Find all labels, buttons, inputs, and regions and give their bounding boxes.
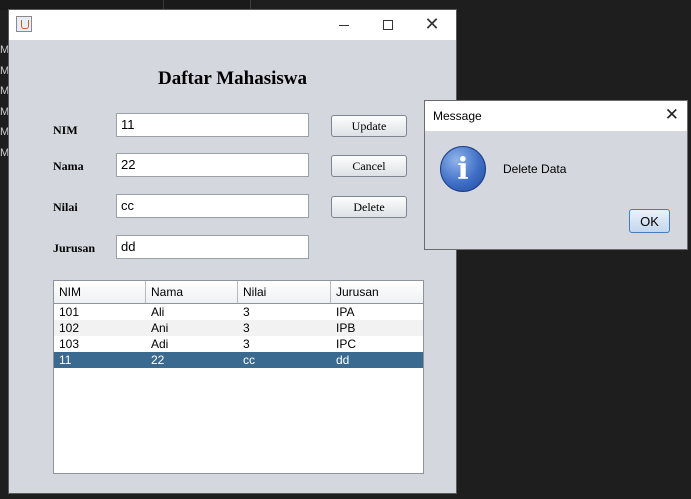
cell-nim: 101 <box>59 305 80 319</box>
minimize-button[interactable] <box>321 10 367 40</box>
table-row[interactable]: 101 Ali 3 IPA <box>54 304 423 320</box>
table-header: NIM Nama Nilai Jurusan <box>54 281 423 304</box>
dialog-close-icon[interactable]: ✕ <box>665 105 679 125</box>
cell-nama: 22 <box>151 353 165 367</box>
cell-jurusan: IPA <box>336 305 355 319</box>
table-row[interactable]: 102 Ani 3 IPB <box>54 320 423 336</box>
message-dialog: Message ✕ i Delete Data OK <box>424 100 688 250</box>
cell-jurusan: IPC <box>336 337 357 351</box>
close-icon: ✕ <box>424 14 440 35</box>
minimize-icon <box>339 24 349 26</box>
nilai-label: Nilai <box>53 200 78 214</box>
cell-nilai: 3 <box>243 305 250 319</box>
cell-nama: Ali <box>151 305 165 319</box>
main-window: ✕ Daftar Mahasiswa NIM 11 Update Nama 22… <box>8 9 457 494</box>
ok-button[interactable]: OK <box>629 209 670 233</box>
cell-jurusan: IPB <box>336 321 356 335</box>
cell-nama: Adi <box>151 337 169 351</box>
cell-nim: 11 <box>59 353 72 367</box>
jurusan-label: Jurusan <box>53 241 96 255</box>
column-header-nilai[interactable]: Nilai <box>238 281 331 303</box>
cell-nama: Ani <box>151 321 169 335</box>
cell-jurusan: dd <box>336 353 350 367</box>
table-row-selected[interactable]: 11 22 cc dd <box>54 352 423 368</box>
maximize-button[interactable] <box>365 10 411 40</box>
maximize-icon <box>383 20 393 30</box>
cell-nim: 102 <box>59 321 80 335</box>
column-header-nama[interactable]: Nama <box>146 281 238 303</box>
nama-label: Nama <box>53 159 84 173</box>
nim-field[interactable]: 11 <box>116 113 309 137</box>
java-app-icon <box>16 16 32 32</box>
page-title: Daftar Mahasiswa <box>157 68 307 89</box>
nim-label: NIM <box>53 123 78 137</box>
jurusan-field[interactable]: dd <box>116 235 309 259</box>
cell-nilai: cc <box>243 353 255 367</box>
column-header-jurusan[interactable]: Jurusan <box>331 281 423 303</box>
dialog-message: Delete Data <box>503 162 567 176</box>
nama-field[interactable]: 22 <box>116 153 309 177</box>
update-button[interactable]: Update <box>331 115 407 137</box>
close-button[interactable]: ✕ <box>409 10 455 40</box>
cell-nilai: 3 <box>243 337 250 351</box>
nilai-field[interactable]: cc <box>116 194 309 218</box>
cancel-button[interactable]: Cancel <box>331 155 407 177</box>
title-bar[interactable]: ✕ <box>9 10 456 40</box>
table-row[interactable]: 103 Adi 3 IPC <box>54 336 423 352</box>
delete-button[interactable]: Delete <box>331 196 407 218</box>
column-header-nim[interactable]: NIM <box>54 281 146 303</box>
dialog-title-bar[interactable]: Message ✕ <box>425 101 687 131</box>
cell-nim: 103 <box>59 337 80 351</box>
info-icon: i <box>440 146 486 192</box>
student-table[interactable]: NIM Nama Nilai Jurusan 101 Ali 3 IPA 102… <box>53 280 424 474</box>
dialog-title: Message <box>433 109 482 123</box>
cell-nilai: 3 <box>243 321 250 335</box>
